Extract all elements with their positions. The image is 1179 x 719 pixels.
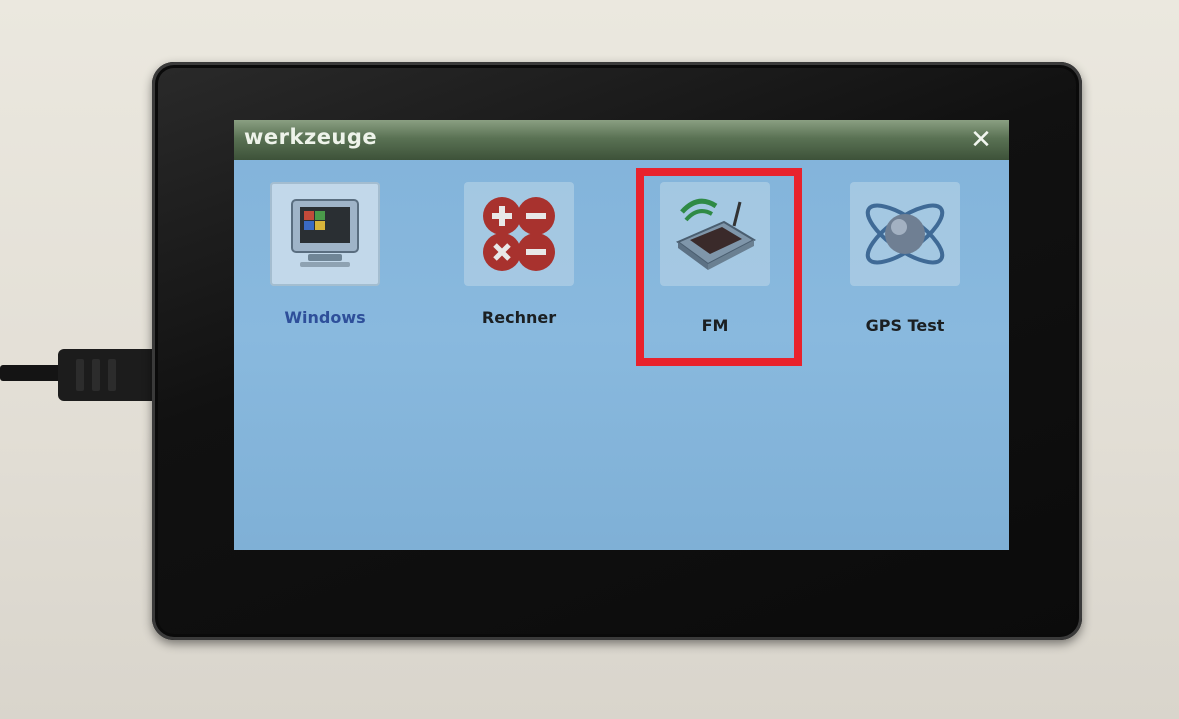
window-titlebar: werkzeuge ✕ [234,120,1009,160]
app-label-windows: Windows [284,308,366,327]
navigation-device: werkzeuge ✕ Windows Rechner FM GPS Test [152,62,1082,640]
monitor-icon [291,199,359,267]
close-icon[interactable]: ✕ [967,126,995,154]
app-label-gps-test: GPS Test [865,316,945,335]
device-screen: werkzeuge ✕ Windows Rechner FM GPS Test [234,120,1009,550]
app-label-rechner: Rechner [481,308,557,327]
window-title: werkzeuge [244,125,378,149]
fm-highlight-box [636,168,802,366]
app-rechner-button[interactable] [464,182,574,286]
calculator-icon [483,197,555,271]
usb-plug [58,349,158,401]
globe-orbit-icon [865,203,945,265]
app-windows-button[interactable] [270,182,380,286]
app-gps-test-button[interactable] [850,182,960,286]
